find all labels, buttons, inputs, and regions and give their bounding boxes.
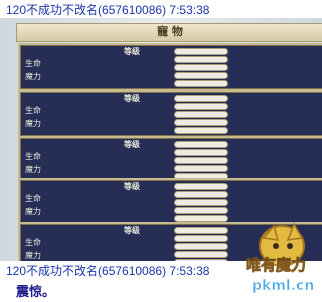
level-label: 等级 — [124, 182, 140, 191]
level-label: 等级 — [124, 94, 140, 103]
site-logo-watermark: 唯有魔力 pkml.cn — [246, 222, 315, 294]
stat-bar — [175, 228, 227, 233]
chat-message-header: 120不成功不改名(657610086) 7:53:38 — [6, 264, 210, 278]
stat-bar — [175, 81, 227, 86]
stat-bar — [175, 252, 227, 257]
stat-bar — [175, 260, 227, 261]
pet-panel[interactable]: 等级 生命 魔力 — [18, 43, 322, 91]
chat-message-text: 震惊。 — [16, 285, 56, 300]
stat-bar — [175, 57, 227, 62]
stat-bar — [175, 184, 227, 189]
pet-panel[interactable]: 等级 生命 魔力 — [18, 136, 322, 184]
hp-label: 生命 — [25, 106, 41, 115]
mp-label: 魔力 — [25, 165, 41, 174]
stat-bar — [175, 150, 227, 155]
chat-message-header: 120不成功不改名(657610086) 7:53:38 — [6, 3, 210, 17]
stat-bar — [175, 158, 227, 163]
stat-bar — [175, 216, 227, 221]
mp-label: 魔力 — [25, 207, 41, 216]
hp-label: 生命 — [25, 238, 41, 247]
stat-bar — [175, 142, 227, 147]
stat-bar — [175, 128, 227, 133]
stat-bar — [175, 65, 227, 70]
pet-window-title: 寵 物 — [16, 23, 322, 42]
stat-bar — [175, 244, 227, 249]
hp-label: 生命 — [25, 59, 41, 68]
mp-label: 魔力 — [25, 72, 41, 81]
stat-bar — [175, 236, 227, 241]
logo-site-text: pkml.cn — [252, 278, 314, 294]
level-label: 等级 — [124, 226, 140, 235]
logo-text-1: 唯有魔力 — [246, 256, 306, 274]
hp-label: 生命 — [25, 152, 41, 161]
stat-bar — [175, 104, 227, 109]
stat-bar — [175, 49, 227, 54]
level-label: 等级 — [124, 47, 140, 56]
pet-panel[interactable]: 等级 生命 魔力 — [18, 90, 322, 138]
stat-bar — [175, 166, 227, 171]
stat-bar — [175, 192, 227, 197]
stat-bar — [175, 73, 227, 78]
hp-label: 生命 — [25, 194, 41, 203]
stat-bar — [175, 120, 227, 125]
stat-bar — [175, 112, 227, 117]
stat-bar — [175, 200, 227, 205]
mp-label: 魔力 — [25, 251, 41, 260]
mp-label: 魔力 — [25, 119, 41, 128]
stat-bar — [175, 208, 227, 213]
level-label: 等级 — [124, 140, 140, 149]
stat-bar — [175, 96, 227, 101]
